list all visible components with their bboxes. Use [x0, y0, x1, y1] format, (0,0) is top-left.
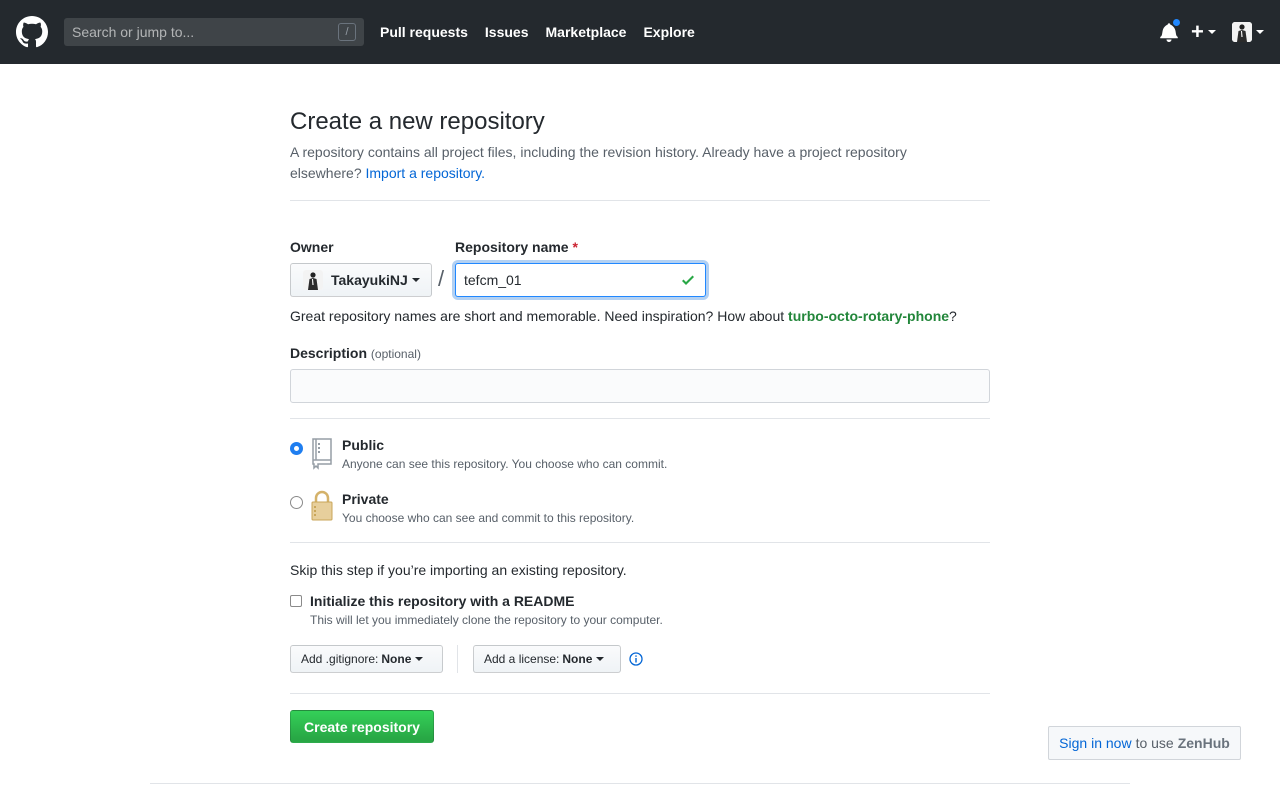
nav-pull-requests[interactable]: Pull requests — [380, 24, 468, 40]
user-avatar[interactable] — [1232, 22, 1252, 42]
divider — [290, 693, 990, 694]
divider — [290, 418, 990, 419]
chevron-down-icon — [411, 278, 420, 282]
private-note: You choose who can see and commit to thi… — [342, 511, 635, 525]
gitignore-label: Add .gitignore: — [301, 652, 379, 666]
github-logo-icon[interactable] — [16, 16, 48, 48]
owner-avatar — [303, 270, 323, 290]
name-suggestion[interactable]: turbo-octo-rotary-phone — [788, 308, 949, 324]
required-mark: * — [572, 239, 578, 255]
gitignore-value: None — [381, 652, 412, 666]
owner-repo-separator: / — [438, 266, 445, 291]
chevron-down-icon — [1208, 30, 1216, 34]
repo-name-label-text: Repository name — [455, 239, 569, 255]
description-label-text: Description — [290, 345, 368, 361]
global-header: Search or jump to... / Pull requests Iss… — [0, 0, 1280, 64]
chevron-down-icon — [1256, 30, 1264, 34]
lock-icon — [311, 490, 333, 521]
zenhub-brand: ZenHub — [1177, 735, 1230, 751]
avatar-figure-icon — [1232, 22, 1252, 42]
search-placeholder: Search or jump to... — [72, 24, 195, 40]
create-repository-button[interactable]: Create repository — [290, 710, 434, 743]
note-text: Great repository names are short and mem… — [290, 308, 789, 324]
chevron-down-icon — [596, 657, 605, 661]
notification-indicator — [1172, 18, 1181, 27]
check-icon — [682, 275, 694, 285]
public-note: Anyone can see this repository. You choo… — [342, 457, 668, 471]
page-description: A repository contains all project files,… — [290, 142, 970, 184]
nav-issues[interactable]: Issues — [485, 24, 529, 40]
divider — [290, 542, 990, 543]
owner-dropdown[interactable]: TakayukiNJ — [290, 263, 432, 297]
zenhub-signin-link[interactable]: Sign in now — [1059, 735, 1131, 751]
create-new-plus-icon[interactable]: + — [1191, 21, 1204, 43]
nav-marketplace[interactable]: Marketplace — [546, 24, 627, 40]
repo-name-label: Repository name * — [455, 239, 578, 255]
license-dropdown[interactable]: Add a license: None — [473, 645, 621, 673]
search-bar[interactable]: Search or jump to... / — [64, 18, 364, 46]
license-label: Add a license: — [484, 652, 560, 666]
button-separator — [457, 645, 458, 673]
license-value: None — [562, 652, 593, 666]
repo-name-input[interactable] — [455, 263, 706, 297]
zenhub-middle-text: to use — [1135, 735, 1174, 751]
avatar-figure-icon — [303, 270, 323, 290]
search-shortcut-hint: / — [338, 23, 356, 41]
private-title: Private — [342, 491, 389, 507]
description-input[interactable] — [290, 369, 990, 403]
private-radio[interactable] — [290, 496, 303, 509]
readme-checkbox[interactable] — [290, 595, 302, 607]
public-radio[interactable] — [290, 442, 303, 455]
repo-book-icon — [312, 438, 332, 470]
import-repo-link[interactable]: Import a repository. — [366, 165, 486, 181]
owner-label: Owner — [290, 239, 334, 255]
note-suffix: ? — [949, 308, 957, 324]
header-nav: Pull requests Issues Marketplace Explore — [380, 0, 712, 64]
description-label: Description (optional) — [290, 345, 421, 361]
footer-divider — [150, 783, 1130, 784]
owner-name: TakayukiNJ — [331, 272, 408, 288]
divider — [290, 200, 990, 201]
nav-explore[interactable]: Explore — [643, 24, 694, 40]
readme-label[interactable]: Initialize this repository with a README — [310, 593, 574, 609]
info-icon[interactable] — [629, 652, 643, 666]
readme-note: This will let you immediately clone the … — [310, 613, 663, 627]
optional-hint: (optional) — [370, 347, 421, 361]
public-title: Public — [342, 437, 385, 453]
chevron-down-icon — [415, 657, 424, 661]
page-title: Create a new repository — [290, 108, 545, 135]
repo-name-note: Great repository names are short and mem… — [290, 308, 957, 324]
skip-step-text: Skip this step if you’re importing an ex… — [290, 562, 627, 578]
zenhub-signin-banner[interactable]: Sign in now to use ZenHub — [1048, 726, 1241, 760]
gitignore-dropdown[interactable]: Add .gitignore: None — [290, 645, 443, 673]
